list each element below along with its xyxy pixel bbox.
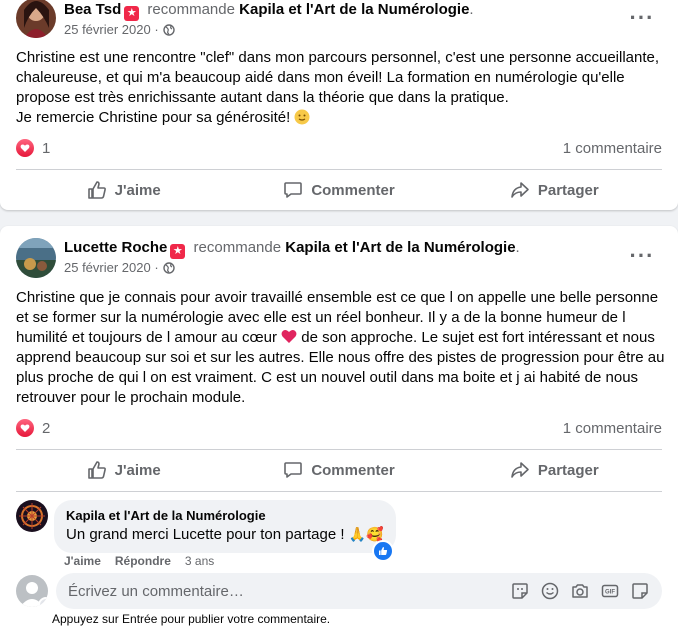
camera-icon[interactable] [570, 581, 590, 601]
composer-hint: Appuyez sur Entrée pour publier votre co… [52, 612, 331, 626]
heart-icon [16, 139, 34, 157]
thumbs-up-icon [87, 461, 106, 479]
share-button[interactable]: Partager [447, 452, 662, 488]
comment-actions: J'aime Répondre 3 ans [64, 554, 214, 568]
post-card-2: Lucette Roche ★ recommande Kapila et l'Ar… [0, 226, 678, 635]
like-label: J'aime [114, 461, 161, 479]
comment-author[interactable]: Kapila et l'Art de la Numérologie [66, 508, 384, 524]
author-name[interactable]: Bea Tsd [64, 1, 121, 18]
page-suffix: . [469, 1, 474, 18]
comment-age[interactable]: 3 ans [185, 554, 214, 568]
smiley-emoji-icon [294, 109, 310, 125]
reactions-summary[interactable]: 1 [16, 139, 50, 157]
current-user-avatar[interactable]: ▾ [16, 575, 48, 607]
comment-bubble: Kapila et l'Art de la Numérologie Un gra… [54, 500, 396, 562]
comment-button[interactable]: Commenter [231, 452, 446, 488]
comment-text: Un grand merci Lucette pour ton partage … [66, 526, 345, 543]
divider [16, 449, 662, 450]
divider [16, 169, 662, 170]
post-card-1: Bea Tsd ★ recommande Kapila et l'Art de l… [0, 0, 678, 210]
emoji-icon[interactable] [540, 581, 560, 601]
action-bar: J'aime Commenter Partager [16, 452, 662, 488]
comment-count-link[interactable]: 1 commentaire [563, 140, 662, 157]
heart-icon [16, 419, 34, 437]
sticker-icon[interactable] [630, 581, 650, 601]
divider [16, 491, 662, 492]
page-suffix: . [515, 239, 520, 256]
gif-icon[interactable]: GIF [600, 581, 620, 601]
comment-label: Commenter [311, 181, 395, 199]
commenter-avatar[interactable] [16, 500, 48, 532]
page-link[interactable]: Kapila et l'Art de la Numérologie [239, 1, 469, 18]
svg-text:GIF: GIF [605, 590, 615, 596]
comment-like-badge-icon[interactable] [371, 540, 394, 562]
action-bar: J'aime Commenter Partager [16, 172, 662, 208]
more-options-icon[interactable]: ··· [624, 0, 660, 36]
recommends-label: recommande [147, 1, 235, 18]
post-stats: 2 1 commentaire [16, 418, 662, 438]
recommend-star-icon: ★ [124, 6, 140, 21]
post-header: Lucette Roche ★ recommande Kapila et l'Ar… [16, 238, 520, 278]
comment-label: Commenter [311, 461, 395, 479]
share-label: Partager [537, 181, 599, 199]
post-date[interactable]: 25 février 2020 · [64, 21, 159, 39]
reactions-summary[interactable]: 2 [16, 419, 50, 437]
post-date[interactable]: 25 février 2020 · [64, 259, 159, 277]
comment-icon [284, 182, 303, 198]
author-name[interactable]: Lucette Roche [64, 239, 167, 256]
share-label: Partager [537, 461, 599, 479]
comment-emojis: 🙏🥰 [348, 526, 384, 542]
like-button[interactable]: J'aime [16, 452, 231, 488]
comment-reply-link[interactable]: Répondre [115, 554, 171, 568]
comment-button[interactable]: Commenter [231, 172, 446, 208]
comment-like-link[interactable]: J'aime [64, 554, 101, 568]
post-text: Christine que je connais pour avoir trav… [16, 288, 666, 408]
comment-item: Kapila et l'Art de la Numérologie Un gra… [16, 500, 396, 562]
avatar-sticker-icon[interactable] [510, 581, 530, 601]
post-stats: 1 1 commentaire [16, 138, 662, 158]
like-label: J'aime [114, 181, 161, 199]
page-link[interactable]: Kapila et l'Art de la Numérologie [285, 239, 515, 256]
comment-icon [284, 462, 303, 478]
avatar[interactable] [16, 238, 56, 278]
globe-icon [162, 24, 175, 36]
red-heart-emoji-icon [281, 330, 297, 343]
recommend-star-icon: ★ [170, 244, 186, 259]
comment-input[interactable]: Écrivez un commentaire… GIF [56, 573, 662, 609]
avatar[interactable] [16, 0, 56, 38]
share-icon [511, 182, 529, 198]
share-button[interactable]: Partager [447, 172, 662, 208]
comment-input-placeholder: Écrivez un commentaire… [68, 582, 244, 600]
post-text-main: Christine est une rencontre "clef" dans … [16, 49, 660, 106]
recommends-label: recommande [193, 239, 282, 256]
post-header: Bea Tsd ★ recommande Kapila et l'Art de l… [16, 0, 474, 39]
thumbs-up-icon [87, 181, 106, 199]
reaction-count: 1 [42, 139, 51, 157]
reaction-count: 2 [42, 419, 51, 437]
globe-icon [162, 262, 175, 274]
share-icon [511, 462, 529, 478]
chevron-down-icon[interactable]: ▾ [38, 597, 48, 607]
post-text: Christine est une rencontre "clef" dans … [16, 48, 666, 128]
more-options-icon[interactable]: ··· [624, 238, 660, 274]
comment-count-link[interactable]: 1 commentaire [563, 420, 662, 437]
post-text-thanks: Je remercie Christine pour sa générosité… [16, 109, 291, 126]
comment-composer: ▾ Écrivez un commentaire… GIF [16, 573, 662, 609]
like-button[interactable]: J'aime [16, 172, 231, 208]
